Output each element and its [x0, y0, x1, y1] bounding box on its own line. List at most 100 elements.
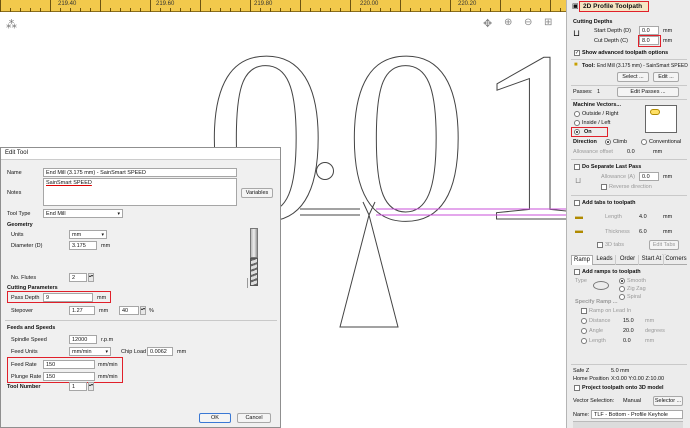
tab-ramp[interactable]: Ramp [571, 255, 593, 265]
flutes-label: No. Flutes [11, 275, 37, 281]
safe-z-label: Safe Z [573, 368, 590, 374]
last-pass-checkbox[interactable] [574, 164, 580, 170]
ruler-tick [0, 0, 1, 12]
tool-type-select[interactable]: End Mill ▾ [43, 209, 123, 218]
diameter-input[interactable]: 3.175 [69, 241, 97, 250]
chevron-down-icon: ▾ [117, 211, 120, 217]
passes-label: Passes: [573, 89, 593, 95]
edit-tabs-button[interactable]: Edit Tabs ... [649, 240, 679, 257]
ramp-angle-unit: degrees [645, 328, 665, 334]
tool-select-button[interactable]: Select ... [617, 72, 649, 82]
advanced-options-checkbox[interactable]: ✓ [574, 50, 580, 56]
notes-textarea[interactable]: SainSmart SPEED [43, 178, 237, 206]
variables-button[interactable]: Variables [241, 188, 273, 198]
direction-label: Direction [573, 139, 597, 145]
stepover-percent-input[interactable]: 40 [119, 306, 139, 315]
toolpath-icon: ▣ [572, 3, 579, 10]
tool-edit-button[interactable]: Edit ... [653, 72, 679, 82]
notes-text: SainSmart SPEED [46, 180, 92, 186]
edit-tool-dialog: Edit Tool Name End Mill (3.175 mm) - Sai… [0, 147, 281, 428]
percent-sign: % [149, 308, 154, 314]
tab-length-icon: ▬ [575, 212, 583, 221]
ruler-label: 219.60 [156, 1, 175, 7]
spindle-speed-input[interactable]: 12000 [69, 335, 97, 344]
panel-title: 2D Profile Toolpath [579, 1, 649, 12]
tab-length-label: Length [605, 214, 622, 220]
radio-spiral[interactable] [619, 294, 625, 300]
radio-zigzag[interactable] [619, 286, 625, 292]
ramp-subtabs: Ramp Leads Order Start At Corners [571, 255, 687, 265]
stepover-input[interactable]: 1.27 [69, 306, 95, 315]
vector-preview-icon [645, 105, 677, 133]
ramp-spiral-label: Spiral [627, 294, 642, 300]
ramps-checkbox[interactable] [574, 269, 580, 275]
start-depth-input[interactable]: 0.0 [639, 26, 659, 35]
feed-units-label: Feed Units [11, 349, 38, 355]
ramp-length-value: 0.0 [623, 338, 631, 344]
last-pass-allowance-input[interactable]: 0.0 [639, 172, 659, 181]
dialog-title: Edit Tool [1, 148, 280, 160]
units-value: mm [72, 232, 82, 238]
tab-thickness-value: 6.0 [639, 229, 647, 235]
radio-length[interactable] [581, 338, 587, 344]
glyph-dot [316, 162, 334, 180]
ramp-zigzag-label: Zig Zag [627, 286, 646, 292]
tabs-3d-label: 3D tabs [605, 242, 624, 248]
toolpath-name-input[interactable]: TLF - Bottom - Profile Keyhole [591, 410, 683, 419]
project-toolpath-checkbox[interactable] [574, 385, 580, 391]
radio-angle[interactable] [581, 328, 587, 334]
last-pass-allowance-label: Allowance (A) [601, 174, 635, 180]
radio-outside[interactable] [574, 111, 580, 117]
ramp-lead-checkbox[interactable] [581, 308, 587, 314]
tabs-3d-checkbox[interactable] [597, 242, 603, 248]
reverse-direction-checkbox[interactable] [601, 184, 607, 190]
cut-depth-unit: mm [663, 38, 673, 44]
units-select[interactable]: mm ▾ [69, 230, 107, 239]
feed-units-select[interactable]: mm/min ▾ [69, 347, 111, 356]
tab-corners[interactable]: Corners [665, 255, 687, 265]
tool-number-input[interactable]: 1 [69, 382, 87, 391]
flutes-input[interactable]: 2 [69, 273, 87, 282]
radio-smooth[interactable] [619, 278, 625, 284]
last-pass-icon: ⊔ [575, 176, 582, 185]
pass-depth-highlight [7, 291, 111, 303]
feeds-header: Feeds and Speeds [7, 325, 56, 331]
cancel-button[interactable]: Cancel [237, 413, 271, 423]
stepover-unit: mm [99, 308, 109, 314]
cut-depth-highlight [638, 35, 661, 47]
ruler-tick [50, 0, 51, 12]
radio-conventional[interactable] [641, 139, 647, 145]
selector-button[interactable]: Selector ... [653, 396, 683, 406]
snap-icon[interactable]: ⁂ [6, 18, 17, 31]
advanced-options-label: Show advanced toolpath options [582, 50, 669, 56]
tab-thickness-label: Thickness [605, 229, 630, 235]
ok-button[interactable]: OK [199, 413, 231, 423]
stepover-spinner[interactable]: ▴▾ [140, 306, 146, 315]
ramp-type-icon [593, 281, 609, 290]
radio-climb[interactable] [605, 139, 611, 145]
tab-leads[interactable]: Leads [594, 255, 616, 265]
home-position-value: X:0.00 Y:0.00 Z:10.00 [611, 376, 665, 382]
passes-value: 1 [597, 89, 601, 95]
chip-load-input[interactable]: 0.0062 [147, 347, 173, 356]
ramp-length-unit: mm [645, 338, 655, 344]
tab-thickness-icon: ▬ [575, 226, 583, 235]
diameter-unit: mm [101, 243, 111, 249]
allowance-offset-unit: mm [653, 149, 663, 155]
edit-passes-button[interactable]: Edit Passes ... [617, 87, 679, 97]
stepover-label: Stepover [11, 308, 34, 314]
cut-depth-label: Cut Depth (C) [594, 38, 628, 44]
tabs-checkbox[interactable] [574, 200, 580, 206]
tab-order[interactable]: Order [617, 255, 639, 265]
flutes-spinner[interactable]: ▴▾ [88, 273, 94, 282]
tool-number-spinner[interactable]: ▴▾ [88, 382, 94, 391]
radio-distance[interactable] [581, 318, 587, 324]
tab-start-at[interactable]: Start At [640, 255, 664, 265]
tool-value: End Mill (3.175 mm) - SainSmart SPEED [597, 63, 688, 69]
tool-name-input[interactable]: End Mill (3.175 mm) - SainSmart SPEED [43, 168, 237, 177]
conventional-label: Conventional [649, 139, 682, 145]
option-outside-label: Outside / Right [582, 111, 619, 117]
option-inside-label: Inside / Left [582, 120, 611, 126]
ramp-length-label: Length [589, 338, 606, 344]
radio-inside[interactable] [574, 120, 580, 126]
